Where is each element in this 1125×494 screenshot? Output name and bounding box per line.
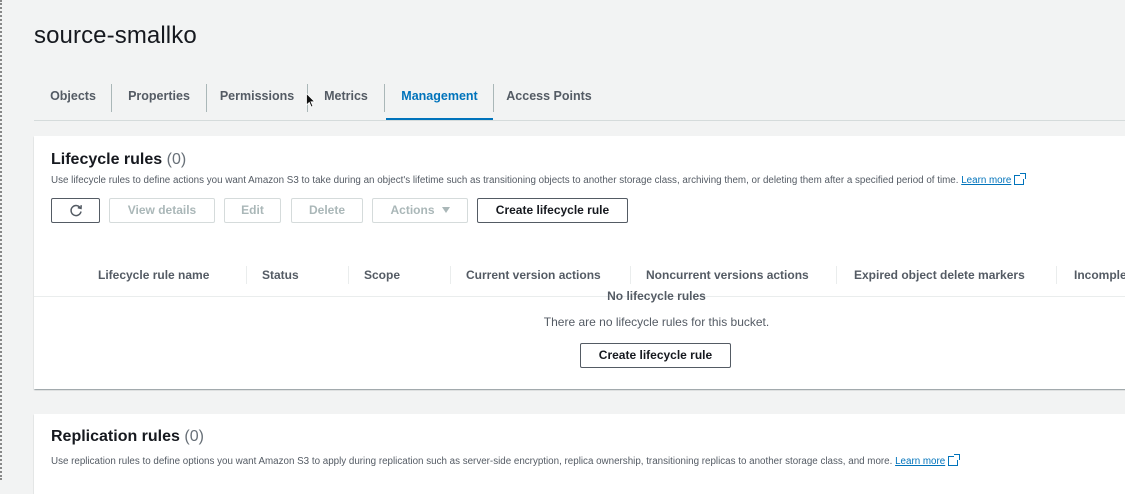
replication-rules-description: Use replication rules to define options … [51, 454, 961, 467]
tab-metrics[interactable]: Metrics [317, 78, 375, 120]
column-divider [1056, 266, 1057, 284]
column-divider [246, 266, 247, 284]
delete-button[interactable]: Delete [291, 198, 363, 223]
empty-state-title: No lifecycle rules [607, 289, 706, 303]
tab-divider [206, 84, 207, 112]
tab-divider [384, 84, 385, 112]
empty-create-lifecycle-rule-button[interactable]: Create lifecycle rule [580, 343, 731, 368]
refresh-button[interactable] [51, 198, 100, 223]
learn-more-link[interactable]: Learn more [961, 175, 1011, 186]
column-divider [348, 266, 349, 284]
mouse-pointer-icon [306, 93, 316, 108]
tab-objects[interactable]: Objects [38, 78, 108, 120]
external-link-icon [1014, 173, 1027, 185]
external-link-icon [948, 454, 961, 466]
page-title: source-smallko [34, 22, 197, 49]
learn-more-link[interactable]: Learn more [895, 456, 945, 467]
replication-rules-heading: Replication rules (0) [51, 428, 204, 446]
column-divider [450, 266, 451, 284]
empty-state-text: There are no lifecycle rules for this bu… [543, 315, 770, 329]
tab-permissions[interactable]: Permissions [216, 78, 298, 120]
column-divider [630, 266, 631, 284]
edit-button[interactable]: Edit [224, 198, 281, 223]
refresh-icon [69, 204, 82, 217]
description-text: Use replication rules to define options … [51, 456, 893, 467]
actions-label: Actions [390, 203, 435, 217]
column-divider [836, 266, 837, 284]
lifecycle-rules-panel: Lifecycle rules (0) Use lifecycle rules … [34, 136, 1125, 389]
create-lifecycle-rule-button[interactable]: Create lifecycle rule [477, 198, 628, 223]
lifecycle-rules-heading: Lifecycle rules (0) [51, 151, 186, 169]
window-edge [0, 0, 5, 480]
tab-bar: Objects Properties Permissions Metrics M… [34, 78, 1125, 121]
tab-access-points[interactable]: Access Points [502, 78, 596, 120]
tab-properties[interactable]: Properties [120, 78, 198, 120]
caret-down-icon [441, 207, 450, 213]
replication-rules-title: Replication rules [51, 428, 180, 445]
tab-management[interactable]: Management [386, 78, 493, 120]
replication-rules-count: (0) [184, 428, 204, 445]
lifecycle-rules-title: Lifecycle rules [51, 151, 163, 168]
actions-dropdown[interactable]: Actions [372, 198, 468, 223]
view-details-button[interactable]: View details [109, 198, 215, 223]
lifecycle-rules-count: (0) [166, 151, 187, 168]
description-text: Use lifecycle rules to define actions yo… [51, 175, 959, 186]
tab-divider [111, 84, 112, 112]
lifecycle-rules-description: Use lifecycle rules to define actions yo… [51, 173, 1027, 186]
tab-divider [493, 84, 494, 112]
replication-rules-panel: Replication rules (0) Use replication ru… [34, 414, 1125, 494]
